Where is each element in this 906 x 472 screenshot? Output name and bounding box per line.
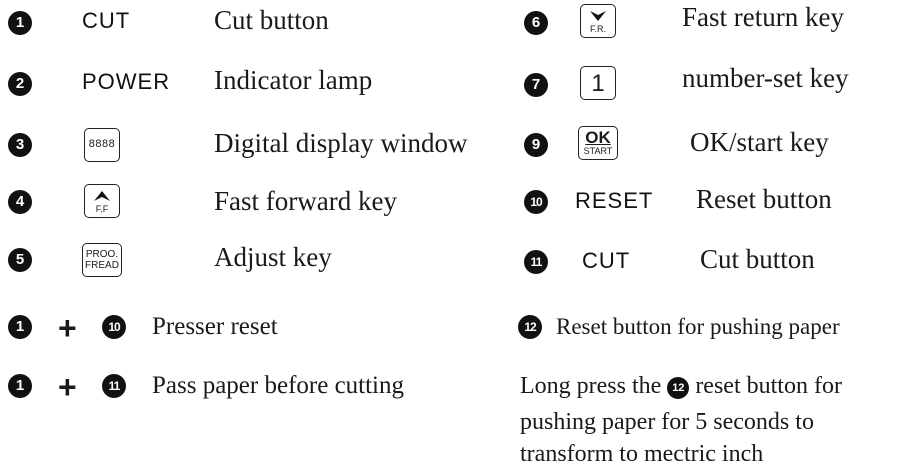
number-badge: 10	[524, 190, 548, 214]
number-badge: 12	[667, 377, 690, 399]
number-badge: 6	[524, 11, 548, 35]
number-badge: 11	[102, 374, 126, 398]
arrow-up-icon	[94, 191, 110, 201]
long-press-text-after: reset button for	[695, 373, 842, 399]
reset-label: RESET	[575, 188, 654, 213]
number-badge: 4	[8, 190, 32, 214]
number-set-key: 1	[580, 66, 616, 100]
ok-start-description: OK/start key	[690, 127, 829, 157]
long-press-line1: Long press the 12 reset button for	[520, 368, 842, 404]
number-badge: 1	[8, 374, 32, 398]
long-press-text: Long press the	[520, 373, 662, 399]
fast-forward-key-label: F.F	[95, 204, 109, 214]
long-press-line3: transform to mectric inch	[520, 441, 764, 467]
plus-sign: +	[58, 310, 77, 346]
number-badge: 12	[518, 315, 542, 339]
cut-description: Cut button	[214, 5, 329, 35]
ok-key-label: OK	[585, 128, 611, 147]
presser-reset-description: Presser reset	[152, 313, 278, 340]
power-description: Indicator lamp	[214, 65, 373, 95]
start-key-label: START	[583, 146, 613, 156]
number-set-key-label: 1	[591, 70, 605, 97]
power-label: POWER	[82, 69, 171, 94]
number-badge: 9	[524, 133, 548, 157]
long-press-line2: pushing paper for 5 seconds to	[520, 409, 814, 435]
cut-description-right: Cut button	[700, 244, 815, 274]
adjust-key-line2: FREAD	[85, 260, 119, 271]
fast-return-key: F.R.	[580, 4, 616, 38]
fast-forward-description: Fast forward key	[214, 186, 397, 216]
number-set-description: number-set key	[682, 63, 849, 93]
cut-label-right: CUT	[582, 248, 631, 273]
fast-forward-key: F.F	[84, 184, 120, 218]
number-badge: 1	[8, 11, 32, 35]
fast-return-description: Fast return key	[682, 2, 844, 32]
number-badge: 1	[8, 315, 32, 339]
plus-sign: +	[58, 369, 77, 405]
number-badge: 5	[8, 248, 32, 272]
number-badge: 11	[524, 250, 548, 274]
ok-start-key: OK START	[578, 126, 618, 160]
adjust-key-line1: PROO.	[85, 249, 119, 260]
fast-return-key-label: F.R.	[589, 24, 606, 34]
pass-paper-description: Pass paper before cutting	[152, 372, 405, 399]
reset-description: Reset button	[696, 184, 832, 214]
adjust-key: PROO. FREAD	[82, 243, 122, 277]
display-description: Digital display window	[214, 128, 468, 158]
arrow-down-icon	[590, 11, 606, 21]
digital-display-key: 8888	[84, 128, 120, 162]
adjust-description: Adjust key	[214, 242, 332, 272]
reset-push-description: Reset button for pushing paper	[556, 314, 840, 339]
number-badge: 3	[8, 133, 32, 157]
number-badge: 10	[102, 315, 126, 339]
number-badge: 2	[8, 72, 32, 96]
number-badge: 7	[524, 73, 548, 97]
cut-label: CUT	[82, 8, 131, 33]
